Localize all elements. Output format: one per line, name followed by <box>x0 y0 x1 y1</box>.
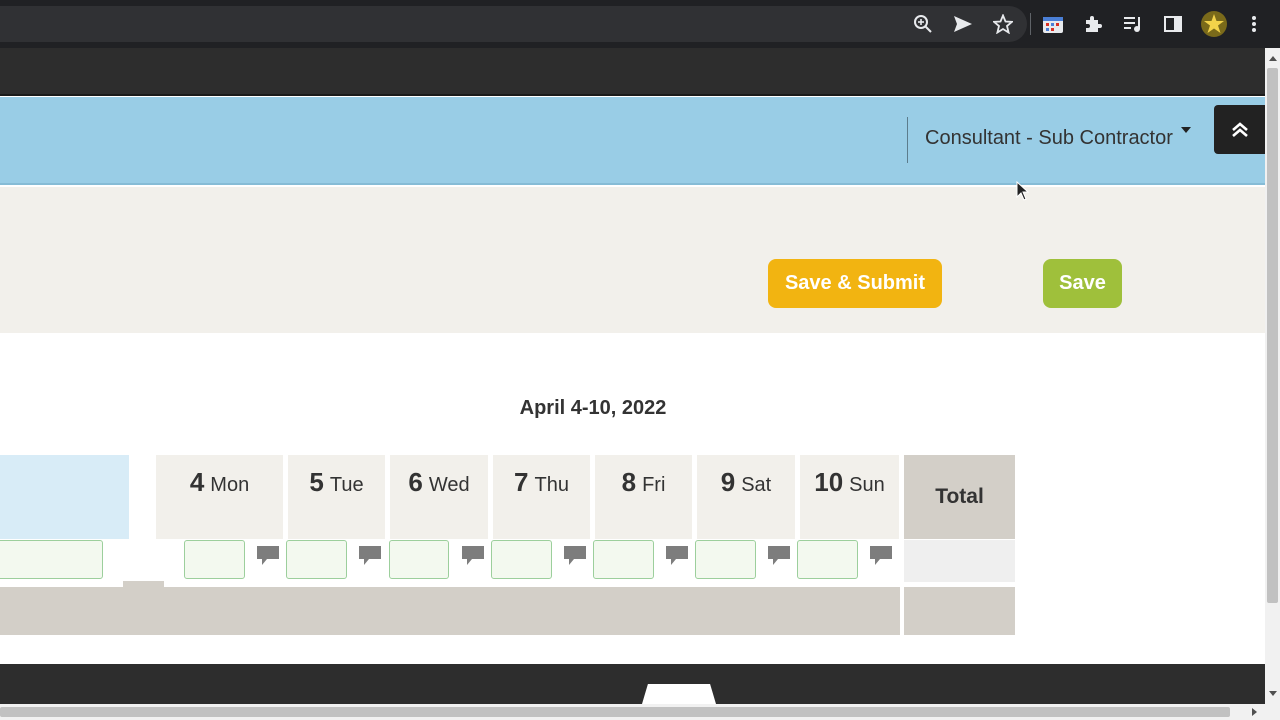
horizontal-scroll-thumb[interactable] <box>0 707 1230 717</box>
day-header-sat: 9 Sat <box>697 455 795 539</box>
hours-input-wed[interactable] <box>389 540 449 579</box>
day-number: 9 <box>720 467 736 497</box>
week-title: April 4-10, 2022 <box>519 397 667 419</box>
media-control-icon[interactable] <box>1122 13 1144 35</box>
scroll-right-icon[interactable] <box>1252 708 1257 716</box>
header-divider <box>907 117 908 163</box>
bottom-tab-shape[interactable] <box>642 684 716 704</box>
day-name: Thu <box>534 474 569 496</box>
day-header-fri: 8 Fri <box>595 455 692 539</box>
address-bar[interactable] <box>0 6 1027 42</box>
bookmark-star-icon[interactable] <box>992 13 1014 35</box>
profile-avatar[interactable] <box>1201 11 1227 37</box>
hours-input-tue[interactable] <box>286 540 347 579</box>
total-header: Total <box>904 455 1015 539</box>
app-top-bar <box>0 48 1265 96</box>
day-number: 10 <box>814 467 844 497</box>
save-button[interactable]: Save <box>1043 259 1122 308</box>
day-name: Mon <box>210 474 250 496</box>
toolbar-separator <box>1030 13 1031 35</box>
day-number: 5 <box>309 467 324 497</box>
role-dropdown[interactable]: Consultant - Sub Contractor <box>925 127 1173 150</box>
comment-icon[interactable] <box>767 545 791 567</box>
hours-input-sat[interactable] <box>695 540 756 579</box>
grand-total-cell <box>904 587 1015 635</box>
day-name: Tue <box>329 474 364 496</box>
hours-input-mon[interactable] <box>184 540 245 579</box>
comment-icon[interactable] <box>665 545 689 567</box>
day-header-tue: 5 Tue <box>288 455 385 539</box>
project-column-header <box>0 455 129 539</box>
caret-down-icon[interactable] <box>1181 127 1191 133</box>
totals-row <box>0 587 900 635</box>
day-number: 7 <box>514 467 529 497</box>
mouse-cursor-icon <box>1016 180 1030 206</box>
bottom-bar <box>0 664 1265 704</box>
project-input[interactable] <box>0 540 103 579</box>
day-name: Fri <box>642 474 666 496</box>
day-number: 4 <box>189 467 205 497</box>
send-icon[interactable] <box>952 13 974 35</box>
action-bar: Save & Submit Save <box>0 187 1265 333</box>
zoom-icon[interactable] <box>912 13 934 35</box>
comment-icon[interactable] <box>256 545 280 567</box>
more-menu-icon[interactable] <box>1243 13 1265 35</box>
day-header-wed: 6 Wed <box>390 455 488 539</box>
comment-icon[interactable] <box>563 545 587 567</box>
comment-icon[interactable] <box>461 545 485 567</box>
collapse-up-icon[interactable] <box>1214 105 1265 154</box>
horizontal-scrollbar[interactable] <box>0 704 1280 720</box>
day-name: Wed <box>428 474 470 496</box>
day-header-thu: 7 Thu <box>493 455 590 539</box>
day-name: Sun <box>849 474 885 496</box>
comment-icon[interactable] <box>869 545 893 567</box>
scroll-up-icon[interactable] <box>1269 56 1277 61</box>
vertical-scroll-thumb[interactable] <box>1267 68 1278 603</box>
day-name: Sat <box>741 474 772 496</box>
hours-input-fri[interactable] <box>593 540 654 579</box>
side-panel-icon[interactable] <box>1162 13 1184 35</box>
page-header: Consultant - Sub Contractor <box>0 97 1265 185</box>
hours-input-sun[interactable] <box>797 540 858 579</box>
scroll-down-icon[interactable] <box>1269 691 1277 696</box>
save-submit-button[interactable]: Save & Submit <box>768 259 942 308</box>
comment-icon[interactable] <box>358 545 382 567</box>
day-number: 6 <box>408 467 423 497</box>
row-total-cell <box>904 540 1015 582</box>
calendar-extension-icon[interactable] <box>1042 13 1064 35</box>
day-number: 8 <box>621 467 637 497</box>
day-header-sun: 10 Sun <box>800 455 899 539</box>
hours-input-thu[interactable] <box>491 540 552 579</box>
extensions-puzzle-icon[interactable] <box>1082 13 1104 35</box>
vertical-scrollbar[interactable] <box>1265 48 1280 704</box>
day-header-mon: 4 Mon <box>156 455 283 539</box>
browser-toolbar <box>0 0 1280 48</box>
